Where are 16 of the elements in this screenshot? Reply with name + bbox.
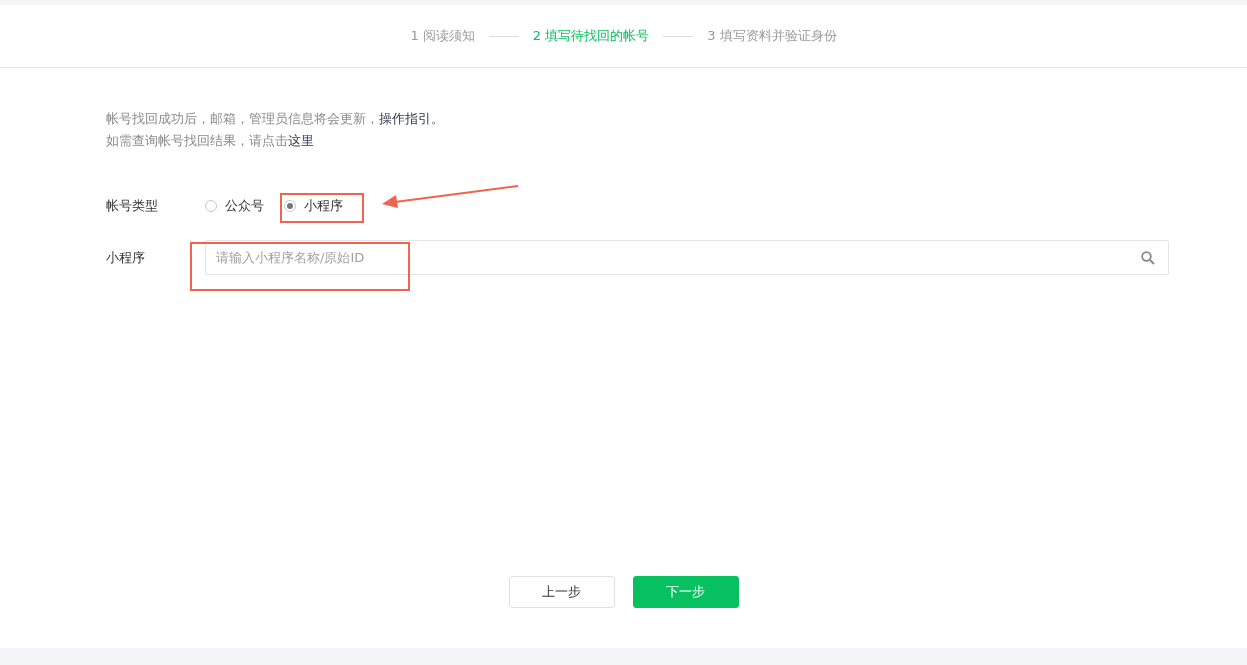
field-label: 小程序 [106, 248, 146, 267]
search-field[interactable]: 请输入小程序名称/原始ID [205, 240, 1169, 275]
link[interactable]: 这里 [288, 133, 314, 148]
radio-label: 小程序 [304, 197, 343, 215]
back-button[interactable]: 上一步 [508, 576, 615, 608]
radio-option[interactable]: 小程序 [284, 197, 343, 215]
radio-option[interactable]: 公众号 [205, 197, 264, 215]
search-icon [1141, 251, 1155, 265]
notice-text: 帐号找回成功后，邮箱，管理员信息将会更新，操作指引。 [106, 110, 445, 128]
field-label: 帐号类型 [106, 197, 159, 215]
link[interactable]: 操作指引。 [379, 111, 444, 126]
notice-text: 如需查询帐号找回结果，请点击这里 [106, 132, 315, 150]
radio-label: 公众号 [225, 197, 264, 215]
step-label: 3 填写资料并验证身份 [707, 27, 837, 45]
step-label: 2 填写待找回的帐号 [532, 27, 650, 45]
step-label: 1 阅读须知 [410, 27, 475, 45]
